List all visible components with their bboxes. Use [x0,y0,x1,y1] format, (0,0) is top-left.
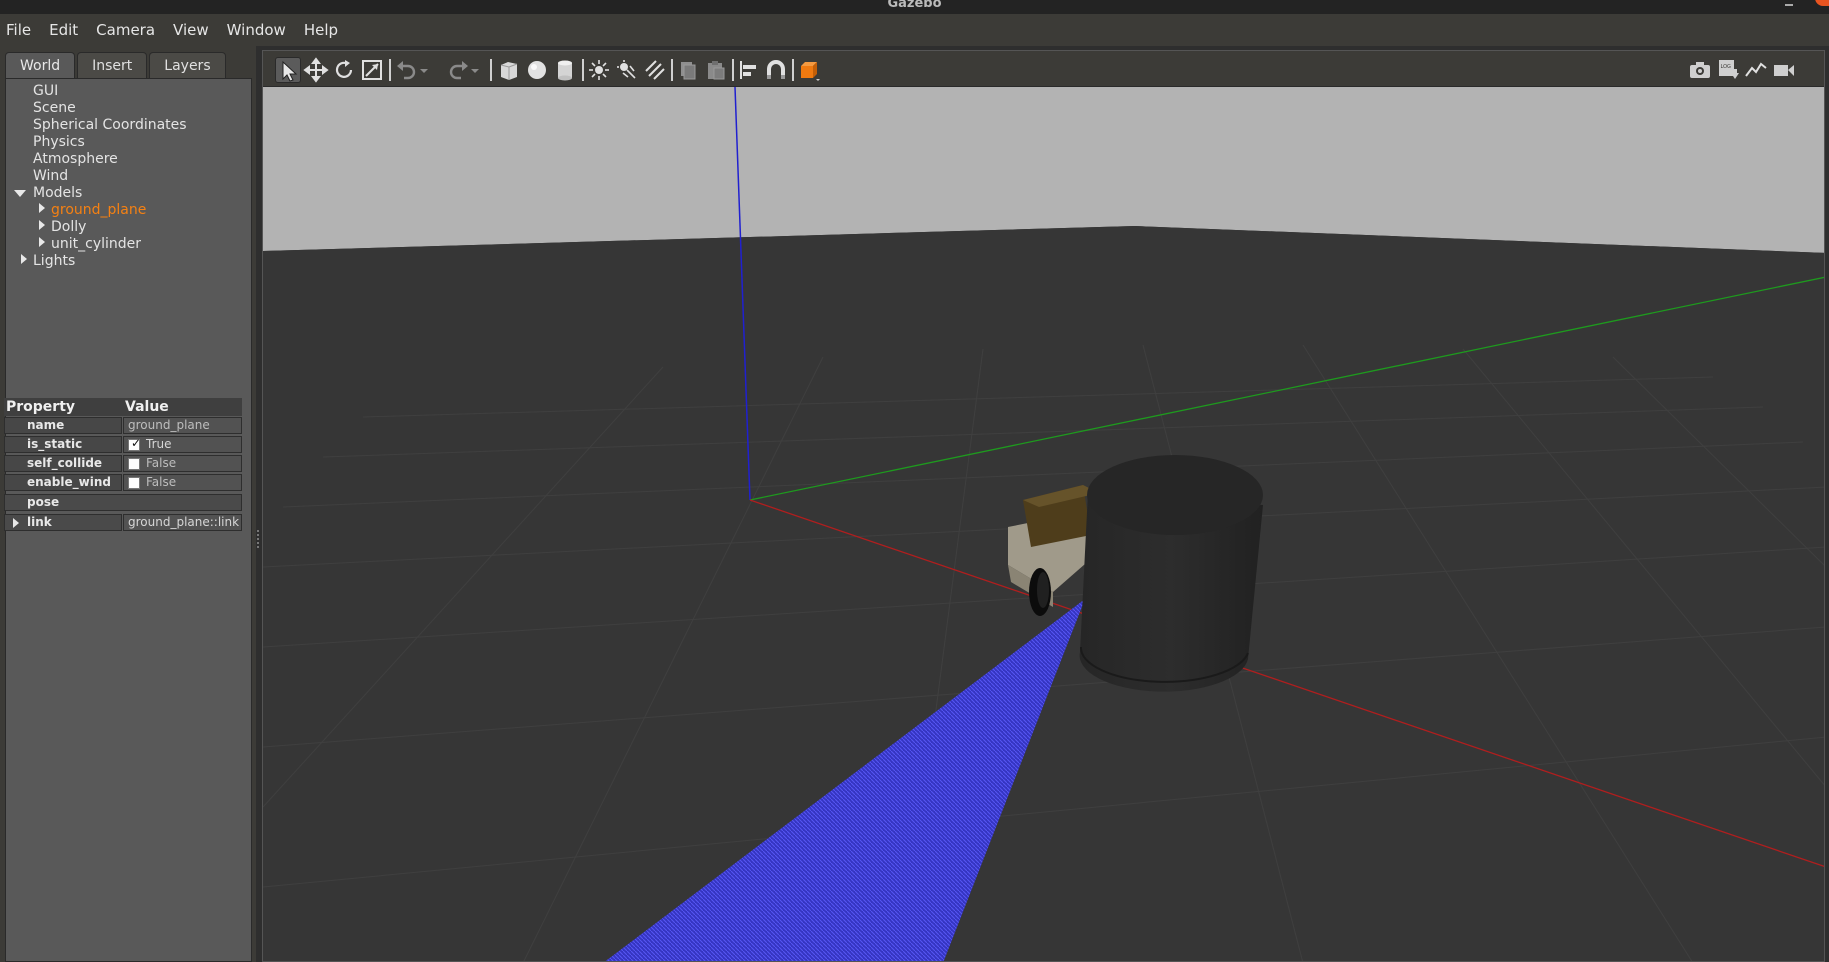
property-value-cell: False [123,474,242,491]
property-key: is_static [4,436,122,453]
directional-light-icon[interactable] [642,57,668,83]
toolbar-separator [732,59,734,81]
unit-cylinder [1079,455,1263,692]
tab-layers[interactable]: Layers [149,52,226,78]
tab-world[interactable]: World [5,52,76,78]
property-value: False [146,456,177,470]
change-view-icon[interactable] [796,57,822,83]
property-value: True [146,437,172,451]
self-collide-checkbox[interactable] [128,458,140,470]
menu-edit[interactable]: Edit [49,21,78,39]
expand-right-icon[interactable] [13,518,19,528]
spot-light-icon[interactable] [614,57,640,83]
property-row-self-collide: self_collide False [4,455,242,472]
tree-item-unit-cylinder[interactable]: unit_cylinder [51,236,141,253]
property-row-pose[interactable]: pose [4,494,242,511]
sky [263,87,1824,253]
tree-item-dolly[interactable]: Dolly [51,219,86,236]
menu-window[interactable]: Window [227,21,286,39]
expand-right-icon[interactable] [21,254,27,264]
window-title: Gazebo [887,0,942,11]
panel-resize-handle[interactable] [257,530,261,548]
menu-file[interactable]: File [6,21,31,39]
expand-right-icon[interactable] [39,237,45,247]
snap-icon[interactable] [763,57,789,83]
property-value-cell: ✓ True [123,436,242,453]
tree-item-models[interactable]: Models [33,185,82,202]
menu-camera[interactable]: Camera [96,21,155,39]
expand-right-icon[interactable] [39,220,45,230]
property-value: ground_plane [123,417,242,434]
box-shape-icon[interactable] [496,57,522,83]
enable-wind-checkbox[interactable] [128,477,140,489]
menubar: File Edit Camera View Window Help [0,14,1829,46]
left-panel: World Insert Layers GUI Scene Spherical … [0,46,256,962]
tree-item-atmosphere[interactable]: Atmosphere [33,151,118,168]
3d-scene[interactable] [263,86,1824,961]
tree-item-lights[interactable]: Lights [33,253,75,270]
screenshot-icon[interactable] [1687,57,1713,83]
property-key: pose [4,494,242,511]
svg-text:LOG: LOG [1721,64,1732,70]
tree-item-ground-plane[interactable]: ground_plane [51,202,146,219]
minimize-icon[interactable] [1785,4,1793,6]
expand-down-icon[interactable] [14,190,26,197]
header-property: Property [4,398,123,416]
toolbar-separator [389,59,391,81]
video-record-icon[interactable] [1771,57,1797,83]
panel-tabs: World Insert Layers [5,52,228,78]
rotate-mode-icon[interactable] [331,57,357,83]
translate-mode-icon[interactable] [303,57,329,83]
expand-right-icon[interactable] [39,203,45,213]
property-value: ground_plane::link [123,514,242,531]
tree-item-scene[interactable]: Scene [33,100,76,117]
property-key: enable_wind [4,474,122,491]
property-row-enable-wind: enable_wind False [4,474,242,491]
undo-history-icon[interactable] [417,57,431,83]
property-key: name [4,417,122,434]
header-value: Value [123,398,242,416]
toolbar-separator [490,59,492,81]
property-key: link [4,514,122,531]
redo-history-icon[interactable] [468,57,482,83]
property-value: False [146,475,177,489]
render-viewport[interactable]: LOG [262,50,1825,962]
is-static-checkbox[interactable]: ✓ [128,437,141,451]
menu-help[interactable]: Help [304,21,338,39]
cylinder-shape-icon[interactable] [552,57,578,83]
toolbar-separator [792,59,794,81]
menu-view[interactable]: View [173,21,209,39]
tree-item-wind[interactable]: Wind [33,168,68,185]
scale-mode-icon[interactable] [359,57,385,83]
tree-item-spherical-coordinates[interactable]: Spherical Coordinates [33,117,187,134]
property-row-link[interactable]: link ground_plane::link [4,514,242,531]
property-key: self_collide [4,455,122,472]
property-value-cell: False [123,455,242,472]
paste-icon[interactable] [703,57,729,83]
log-data-icon[interactable]: LOG [1715,57,1741,83]
toolbar-separator [582,59,584,81]
select-mode-icon[interactable] [275,57,301,83]
window-titlebar: Gazebo [0,0,1829,14]
tab-insert[interactable]: Insert [77,52,148,78]
copy-icon[interactable] [675,57,701,83]
property-row-name: name ground_plane [4,417,242,434]
point-light-icon[interactable] [586,57,612,83]
sphere-shape-icon[interactable] [524,57,550,83]
property-row-is-static: is_static ✓ True [4,436,242,453]
tree-item-gui[interactable]: GUI [33,83,58,100]
toolbar-separator [671,59,673,81]
viewport-toolbar: LOG [263,51,1824,87]
plot-icon[interactable] [1743,57,1769,83]
align-icon[interactable] [736,57,762,83]
tree-item-physics[interactable]: Physics [33,134,85,151]
